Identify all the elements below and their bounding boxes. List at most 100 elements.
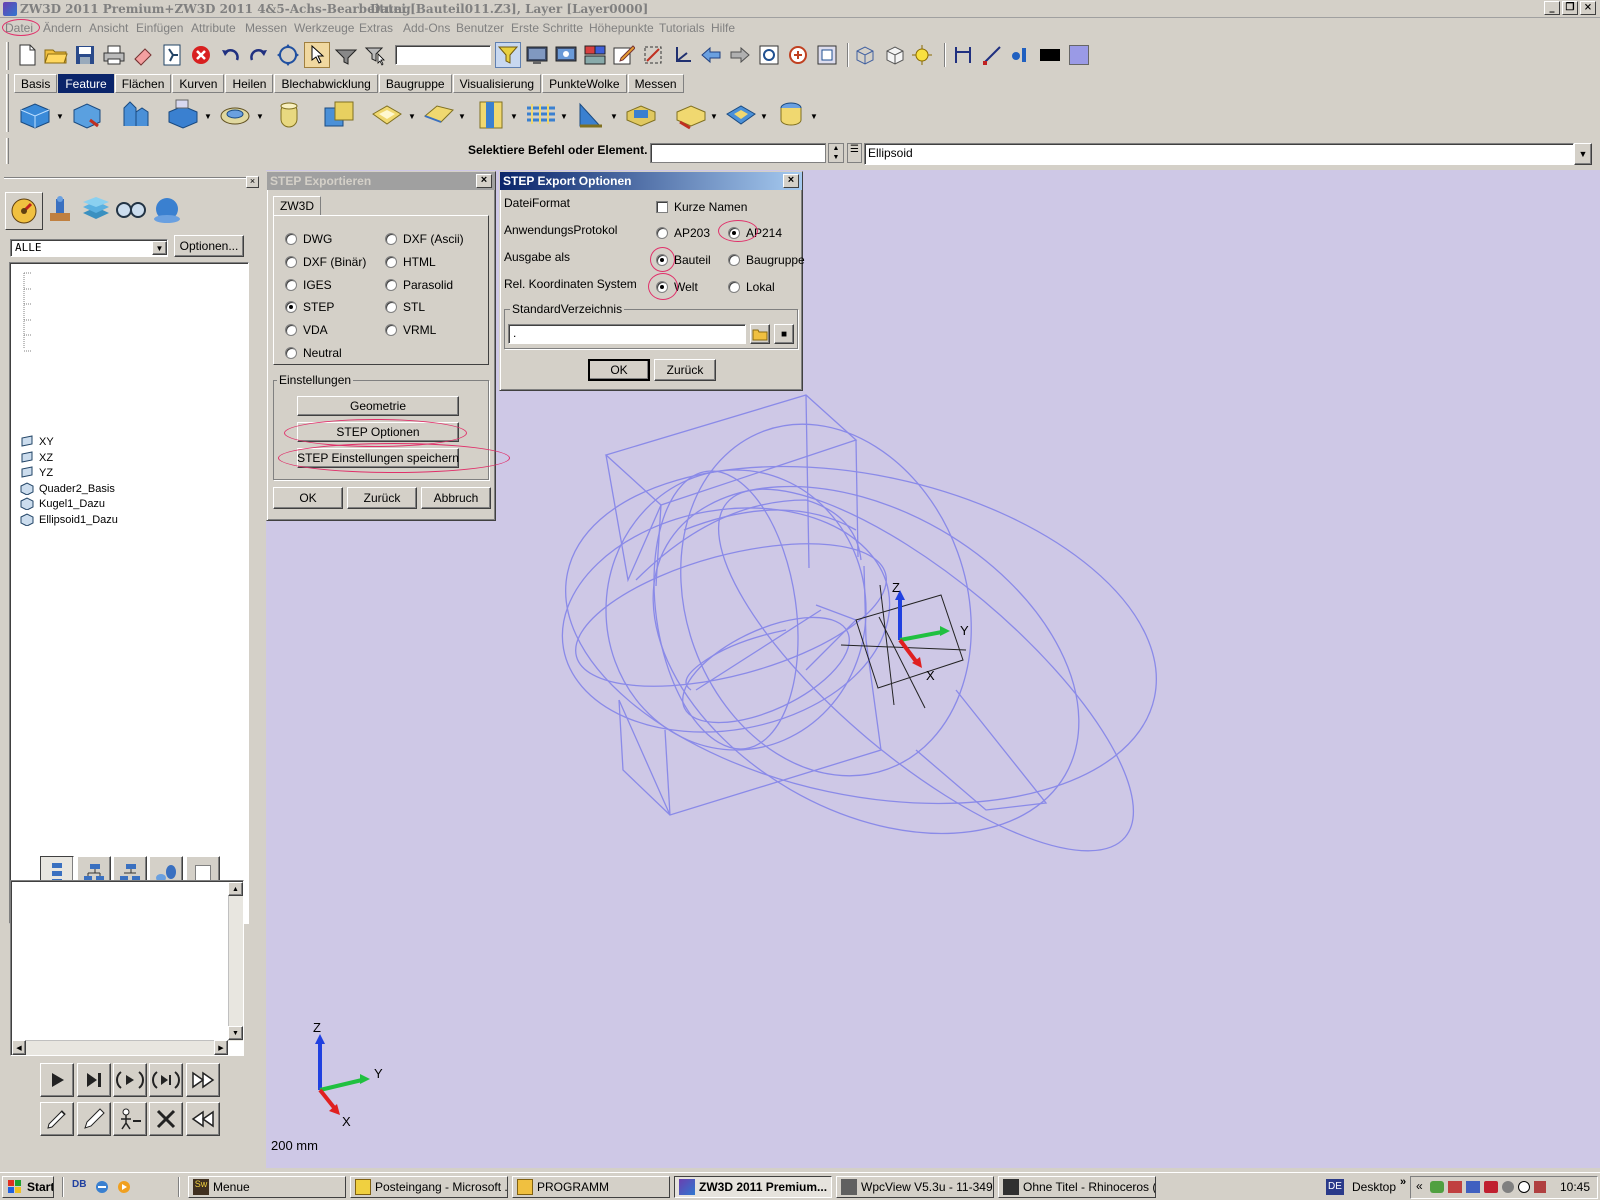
hole-icon[interactable] — [624, 98, 658, 132]
filter-dropdown-icon[interactable]: ▼ — [152, 241, 167, 255]
panel-close-icon[interactable]: × — [246, 176, 259, 188]
fillet-icon[interactable] — [218, 98, 252, 132]
rotate-view-icon[interactable] — [275, 42, 301, 68]
radio-vrml[interactable]: VRML — [385, 323, 436, 337]
quicklaunch-media-icon[interactable] — [116, 1179, 132, 1195]
radio-bauteil[interactable]: Bauteil — [656, 253, 711, 267]
radio-vda[interactable]: VDA — [285, 323, 328, 337]
radio-iges[interactable]: IGES — [285, 278, 332, 292]
assembly-manager-icon[interactable] — [42, 192, 78, 228]
radio-stl[interactable]: STL — [385, 300, 425, 314]
draft-icon[interactable] — [422, 98, 456, 132]
short-names-checkbox[interactable]: Kurze Namen — [656, 200, 747, 214]
taskbar-item-programm[interactable]: PROGRAMM — [512, 1176, 670, 1198]
taskbar-item-wpcview[interactable]: WpcView V5.3u - 11-349.... — [836, 1176, 994, 1198]
radio-neutral[interactable]: Neutral — [285, 346, 342, 360]
tray-panda-icon[interactable] — [1518, 1181, 1530, 1193]
play-step-loop-icon[interactable] — [149, 1063, 183, 1097]
tree-item-xz[interactable]: XZ — [20, 451, 53, 464]
shaded-view-icon[interactable] — [553, 42, 579, 68]
view-funnel-icon[interactable] — [495, 42, 521, 68]
menu-hilfe[interactable]: Hilfe — [711, 21, 735, 35]
menu-messen[interactable]: Messen — [245, 21, 287, 35]
scroll-down-icon[interactable]: ▼ — [228, 1026, 243, 1040]
rib-icon[interactable] — [474, 98, 508, 132]
sweep-icon[interactable] — [118, 98, 152, 132]
history-manager-icon[interactable] — [5, 192, 43, 230]
arrow-forward-icon[interactable] — [727, 42, 753, 68]
desktop-toolbar-label[interactable]: Desktop — [1352, 1180, 1396, 1194]
scroll-left-icon[interactable]: ◀ — [12, 1040, 26, 1055]
zoom-in-icon[interactable] — [785, 42, 811, 68]
restore-button[interactable]: ❐ — [1562, 1, 1578, 15]
tab-zw3d[interactable]: ZW3D — [273, 196, 321, 215]
command-input[interactable] — [650, 143, 826, 163]
step-options-close-icon[interactable]: × — [783, 174, 799, 188]
tray-expand-icon[interactable]: « — [1416, 1179, 1423, 1193]
extrude-icon[interactable] — [18, 98, 52, 132]
options-back-button[interactable]: Zurück — [654, 359, 716, 381]
rewind-icon[interactable] — [186, 1102, 220, 1136]
play-loop-icon[interactable] — [113, 1063, 147, 1097]
transform-icon[interactable] — [640, 42, 666, 68]
taskbar-item-rhinoceros[interactable]: Ohne Titel - Rhinoceros (... — [998, 1176, 1156, 1198]
attribute-icon[interactable] — [1008, 42, 1034, 68]
tree-item-quader[interactable]: Quader2_Basis — [20, 482, 115, 495]
radio-step[interactable]: STEP — [285, 300, 334, 314]
export-back-button[interactable]: Zurück — [347, 487, 417, 509]
tree-item-yz[interactable]: YZ — [20, 466, 53, 479]
directory-extra-button[interactable]: ■ — [774, 324, 794, 344]
minimize-button[interactable]: _ — [1544, 1, 1560, 15]
radio-ap214[interactable]: AP214 — [728, 226, 782, 240]
shell-icon[interactable] — [370, 98, 404, 132]
export-ok-button[interactable]: OK — [273, 487, 343, 509]
box-view-icon[interactable] — [882, 42, 908, 68]
options-button[interactable]: Optionen... — [174, 235, 244, 257]
color-swatch-icon[interactable] — [1066, 42, 1092, 68]
thread-icon[interactable] — [674, 98, 708, 132]
language-indicator[interactable]: DE — [1326, 1179, 1344, 1195]
radio-dxf-binaer[interactable]: DXF (Binär) — [285, 255, 366, 269]
boolean-icon[interactable] — [322, 98, 356, 132]
tab-baugruppe[interactable]: Baugruppe — [378, 74, 452, 93]
color-black-icon[interactable] — [1037, 42, 1063, 68]
tab-messen[interactable]: Messen — [627, 74, 684, 93]
command-spinner[interactable]: ▲ ▼ — [828, 143, 844, 163]
cylinder-icon[interactable] — [272, 98, 306, 132]
view-manager-icon[interactable] — [113, 192, 149, 228]
tray-misc-icon[interactable] — [1534, 1181, 1546, 1193]
roll-back-icon[interactable] — [113, 1102, 147, 1136]
tab-blechabwicklung[interactable]: Blechabwicklung — [274, 74, 378, 93]
menu-addons[interactable]: Add-Ons — [403, 21, 450, 35]
open-folder-icon[interactable] — [43, 42, 69, 68]
step-options-button[interactable]: STEP Optionen — [297, 422, 459, 442]
step-save-settings-button[interactable]: STEP Einstellungen speichern — [297, 448, 459, 468]
sketch-edit-icon[interactable] — [611, 42, 637, 68]
menu-tutorials[interactable]: Tutorials — [659, 21, 705, 35]
tree-item-kugel[interactable]: Kugel1_Dazu — [20, 497, 105, 510]
layer-view-icon[interactable] — [582, 42, 608, 68]
taskbar-item-posteingang[interactable]: Posteingang - Microsoft ... — [350, 1176, 508, 1198]
dimension-icon[interactable] — [950, 42, 976, 68]
chamfer-icon[interactable] — [574, 98, 608, 132]
light-icon[interactable] — [911, 42, 937, 68]
cancel-icon[interactable] — [188, 42, 214, 68]
tray-security-icon[interactable] — [1484, 1181, 1498, 1193]
eraser-icon[interactable] — [130, 42, 156, 68]
quicklaunch-db-icon[interactable]: DB — [72, 1179, 86, 1190]
undo-icon[interactable] — [217, 42, 243, 68]
tray-network-icon[interactable] — [1430, 1181, 1444, 1193]
step-export-close-icon[interactable]: × — [476, 174, 492, 188]
geometry-button[interactable]: Geometrie — [297, 396, 459, 416]
tab-heilen[interactable]: Heilen — [225, 74, 274, 93]
view-cube-icon[interactable] — [853, 42, 879, 68]
close-button[interactable]: × — [1580, 1, 1596, 15]
scroll-up-icon[interactable]: ▲ — [228, 882, 243, 896]
properties-hscrollbar[interactable] — [12, 1040, 227, 1055]
tab-feature[interactable]: Feature — [58, 74, 114, 93]
face-offset-icon[interactable] — [774, 98, 808, 132]
menu-werkzeuge[interactable]: Werkzeuge — [294, 21, 354, 35]
start-button[interactable]: Start — [2, 1176, 54, 1198]
display-mode-icon[interactable] — [524, 42, 550, 68]
menu-erste-schritte[interactable]: Erste Schritte — [511, 21, 583, 35]
